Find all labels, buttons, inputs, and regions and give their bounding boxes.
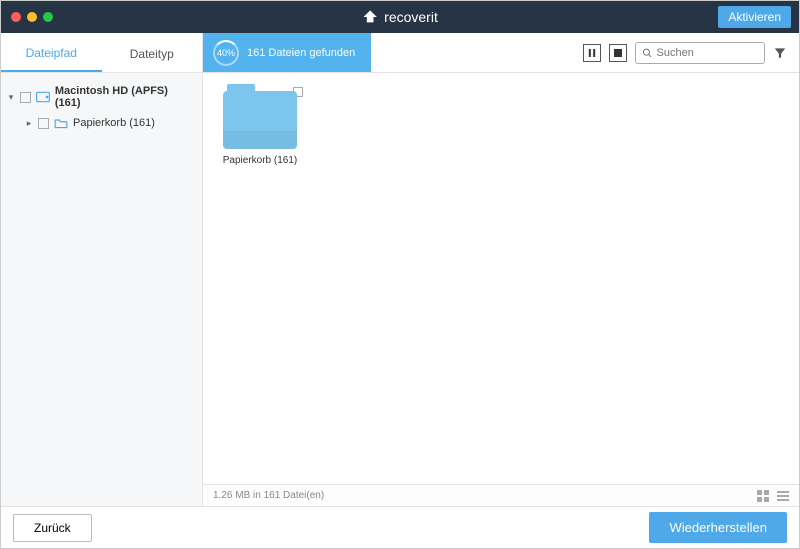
sidebar-tabs: Dateipfad Dateityp <box>1 33 203 72</box>
scan-progress-banner: 40% 161 Dateien gefunden <box>203 33 371 72</box>
scan-status-text: 161 Dateien gefunden <box>247 47 355 59</box>
tree-child-row[interactable]: ▸ Papierkorb (161) <box>1 113 202 133</box>
close-window-button[interactable] <box>11 12 21 22</box>
grid-item-label: Papierkorb (161) <box>223 155 297 166</box>
folder-large-icon <box>223 91 297 149</box>
tree-child-label: Papierkorb (161) <box>73 117 155 129</box>
status-bar: 1.26 MB in 161 Datei(en) <box>203 484 799 506</box>
view-mode-switch[interactable] <box>757 490 789 502</box>
window-controls <box>1 12 53 22</box>
grid-view-icon[interactable] <box>757 490 769 502</box>
tree-root-label: Macintosh HD (APFS) (161) <box>55 85 196 109</box>
tree-root-row[interactable]: ▾ Macintosh HD (APFS) (161) <box>1 81 202 113</box>
list-view-icon[interactable] <box>777 490 789 502</box>
app-title: recoverit <box>362 9 438 25</box>
back-button[interactable]: Zurück <box>13 514 92 542</box>
pause-button[interactable] <box>583 44 601 62</box>
search-input[interactable] <box>657 47 759 59</box>
tree-child-checkbox[interactable] <box>38 118 49 129</box>
footer: Zurück Wiederherstellen <box>1 506 799 548</box>
grid-item[interactable]: Papierkorb (161) <box>215 85 305 166</box>
app-logo-icon <box>362 9 378 25</box>
search-icon <box>642 47 653 59</box>
titlebar: recoverit Aktivieren <box>1 1 799 33</box>
maximize-window-button[interactable] <box>43 12 53 22</box>
search-box[interactable] <box>635 42 765 64</box>
recover-button[interactable]: Wiederherstellen <box>649 512 787 543</box>
main-area: ▾ Macintosh HD (APFS) (161) ▸ Papierkorb… <box>1 73 799 506</box>
tab-filepath[interactable]: Dateipfad <box>1 33 102 72</box>
stop-button[interactable] <box>609 44 627 62</box>
pause-icon <box>588 49 596 57</box>
progress-circle-icon: 40% <box>213 40 239 66</box>
filter-icon[interactable] <box>773 46 787 60</box>
file-grid: Papierkorb (161) <box>215 85 787 166</box>
toolbar: Dateipfad Dateityp 40% 161 Dateien gefun… <box>1 33 799 73</box>
app-name-text: recoverit <box>384 9 438 25</box>
stop-icon <box>614 49 622 57</box>
minimize-window-button[interactable] <box>27 12 37 22</box>
progress-percent: 40% <box>217 48 235 58</box>
activate-button[interactable]: Aktivieren <box>718 6 791 28</box>
sidebar: ▾ Macintosh HD (APFS) (161) ▸ Papierkorb… <box>1 73 203 506</box>
tab-filetype[interactable]: Dateityp <box>102 33 203 72</box>
chevron-right-icon[interactable]: ▸ <box>25 118 33 129</box>
drive-icon <box>36 91 50 103</box>
chevron-down-icon[interactable]: ▾ <box>7 92 15 103</box>
status-text: 1.26 MB in 161 Datei(en) <box>213 490 324 501</box>
content-panel: Papierkorb (161) 1.26 MB in 161 Datei(en… <box>203 73 799 506</box>
tree-root-checkbox[interactable] <box>20 92 31 103</box>
folder-icon <box>54 118 68 129</box>
